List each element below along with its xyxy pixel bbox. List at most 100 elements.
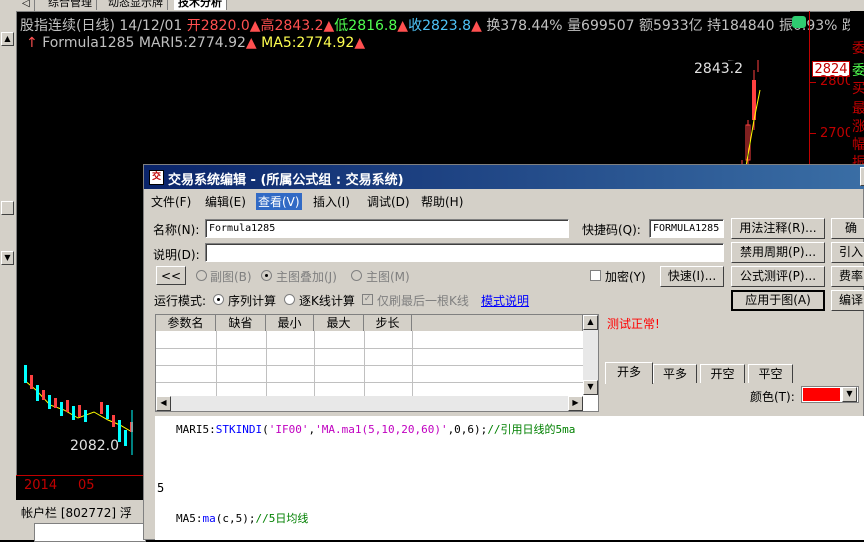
menu-help[interactable]: 帮助(H)	[421, 193, 463, 210]
grid-col-line	[216, 331, 217, 396]
grid-row-line	[156, 382, 583, 383]
menu-insert[interactable]: 插入(I)	[313, 193, 350, 210]
tab-dynamic-board[interactable]: 动态显示牌	[104, 0, 168, 10]
encrypt-label: 加密(Y)	[605, 270, 646, 284]
turnover-value: 换378.44%	[486, 18, 563, 34]
grid-horizontal-scrollbar[interactable]	[156, 396, 583, 411]
shortcut-label: 快捷码(Q):	[582, 223, 641, 237]
low-value: 低2816.8	[334, 18, 398, 34]
axis-label-2700: 2700	[820, 126, 854, 141]
date-label: 14/12/01	[119, 18, 183, 34]
run-mode-label: 运行模式:	[154, 294, 207, 308]
tab-technical-analysis[interactable]: 技术分析	[174, 0, 227, 10]
axis-month-label: 05	[78, 478, 95, 493]
compile-button[interactable]: 编译	[831, 290, 864, 311]
open-value: 开2820.0	[186, 18, 250, 34]
scroll-thumb[interactable]	[1, 201, 14, 215]
grid-header-blank	[412, 315, 583, 331]
disable-period-button[interactable]: 禁用周期(P)...	[731, 242, 825, 263]
grid-col-line	[412, 331, 413, 396]
dialog-title: 交易系统编辑 - (所属公式组 : 交易系统)	[168, 173, 404, 188]
menu-edit[interactable]: 编辑(E)	[205, 193, 246, 210]
description-input[interactable]	[205, 243, 724, 262]
name-input[interactable]: Formula1285	[205, 219, 569, 238]
high-price-label: 2843.2	[694, 61, 743, 77]
code-line-2[interactable]: MA5:ma(c,5);//5日均线	[176, 510, 308, 526]
grid-header-max: 最大	[314, 315, 364, 331]
mari5-value: MARI5:2774.92	[138, 35, 246, 51]
tick-mode-radio[interactable]	[284, 294, 295, 305]
axis-year-label: 2014	[24, 478, 58, 493]
scroll-up-icon[interactable]: ▲	[583, 315, 598, 330]
tab-overview[interactable]: 综合管理	[44, 0, 97, 10]
grid-col-line	[266, 331, 267, 396]
account-extra: 浮	[119, 506, 132, 520]
color-swatch	[803, 388, 840, 401]
scroll-left-icon[interactable]: ◀	[156, 396, 171, 411]
formula-test-button[interactable]: 公式测评(P)...	[731, 266, 825, 287]
formula-info-line: ↑ Formula1285 MARI5:2774.92▲ MA5:2774.92…	[26, 35, 366, 51]
right-panel-text: 买	[852, 81, 864, 97]
main-overlay-radio	[261, 270, 272, 281]
tab-open-long[interactable]: 开多	[605, 362, 653, 384]
grid-header-min: 最小	[266, 315, 314, 331]
arrow-up-icon[interactable]: ▲	[1, 32, 14, 46]
sub-chart-label: 副图(B)	[210, 270, 252, 284]
collapse-button[interactable]: <<	[156, 266, 186, 285]
tab-open-short[interactable]: 开空	[700, 364, 745, 383]
grid-header-default: 缺省	[216, 315, 266, 331]
scroll-down-icon[interactable]: ▼	[583, 380, 598, 395]
low-price-label: 2082.0	[70, 438, 119, 454]
color-label: 颜色(T):	[750, 390, 795, 404]
grid-row-line	[156, 365, 583, 366]
sub-chart-radio	[196, 270, 207, 281]
right-panel-text: 涨	[852, 119, 864, 135]
tab-scroll-left-icon[interactable]: ◁	[18, 0, 35, 11]
quote-info-line: 股指连续(日线) 14/12/01 开2820.0▲高2843.2▲低2816.…	[20, 18, 856, 34]
volume-value: 量699507	[567, 18, 635, 34]
fee-button[interactable]: 费率	[831, 266, 864, 287]
app-icon: 交	[149, 170, 164, 185]
sequence-mode-radio[interactable]	[213, 294, 224, 305]
apply-to-chart-button[interactable]: 应用于图(A)	[731, 290, 825, 311]
quick-button[interactable]: 快速(I)...	[660, 266, 724, 287]
description-label: 说明(D):	[153, 248, 200, 262]
encrypt-checkbox[interactable]	[590, 270, 601, 281]
tab-close-long[interactable]: 平多	[653, 364, 697, 383]
grid-header-step: 步长	[364, 315, 412, 331]
line-number: 5	[157, 481, 165, 495]
ok-button[interactable]: 确	[831, 218, 864, 239]
refresh-last-checkbox: ✓	[362, 294, 373, 305]
ma5-value: MA5:2774.92	[261, 35, 355, 51]
menu-view[interactable]: 查看(V)	[256, 193, 302, 210]
account-id: [802772]	[60, 506, 117, 520]
close-button[interactable]: x	[860, 167, 864, 186]
scroll-right-icon[interactable]: ▶	[568, 396, 583, 411]
account-input[interactable]	[34, 523, 146, 542]
right-panel-text: 幅	[852, 137, 864, 153]
main-chart-label: 主图(M)	[366, 270, 410, 284]
shortcut-input[interactable]: FORMULA1285	[649, 219, 724, 238]
main-chart-radio	[351, 270, 362, 281]
menu-file[interactable]: 文件(F)	[151, 193, 191, 210]
left-scroll-strip: ▲ ▼	[0, 11, 17, 491]
code-line-1[interactable]: MARI5:STKINDI('IF00','MA.ma1(5,10,20,60)…	[176, 421, 575, 437]
right-panel-text: 委	[852, 41, 864, 57]
account-label: 帐户栏	[21, 506, 58, 520]
grid-header-name: 参数名	[156, 315, 216, 331]
top-tab-bar: ◁ 综合管理 动态显示牌 技术分析	[0, 0, 864, 12]
mode-help-link[interactable]: 模式说明	[481, 292, 529, 309]
close-value: 收2823.8	[408, 18, 472, 34]
usage-notes-button[interactable]: 用法注释(R)...	[731, 218, 825, 239]
menu-debug[interactable]: 调试(D)	[367, 193, 410, 210]
high-value: 高2843.2	[260, 18, 324, 34]
formula-name: Formula1285	[42, 35, 135, 51]
bottom-left-strip	[0, 491, 16, 540]
chevron-down-icon[interactable]: ▼	[842, 387, 857, 402]
hold-value: 持184840	[707, 18, 775, 34]
import-button[interactable]: 引入	[831, 242, 864, 263]
tab-close-short[interactable]: 平空	[748, 364, 793, 383]
test-status-text: 测试正常!	[607, 317, 660, 331]
arrow-down-icon[interactable]: ▼	[1, 251, 14, 265]
green-indicator-icon[interactable]	[792, 16, 806, 28]
